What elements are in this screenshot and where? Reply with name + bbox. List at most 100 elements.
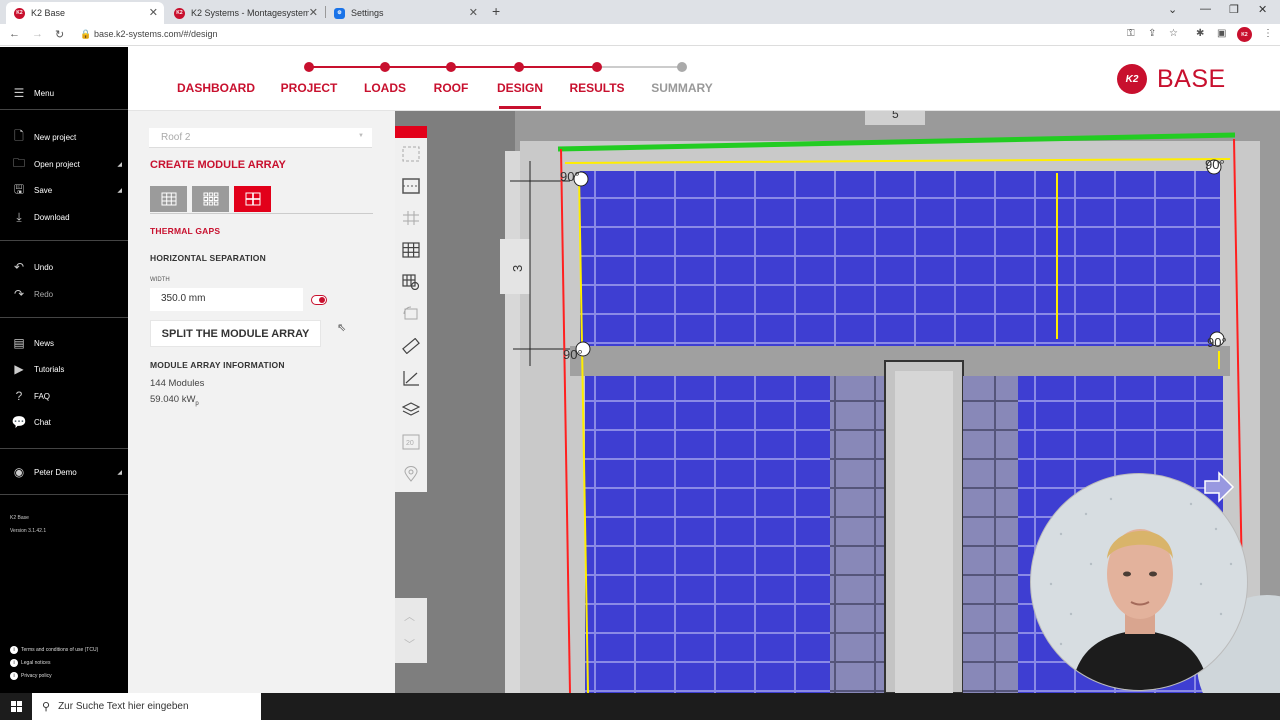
extensions-icon[interactable]: ✱ bbox=[1196, 28, 1204, 39]
module-gap-tool-button[interactable] bbox=[192, 186, 229, 212]
new-tab-icon[interactable]: + bbox=[492, 3, 500, 19]
privacy-policy-link[interactable]: i Privacy policy bbox=[10, 672, 52, 680]
step-dashboard[interactable]: DASHBOARD bbox=[177, 81, 255, 95]
grid-tool[interactable] bbox=[401, 208, 421, 228]
step-loads[interactable]: LOADS bbox=[364, 81, 406, 95]
restore-icon[interactable]: ❐ bbox=[1229, 3, 1239, 16]
module-settings-tool[interactable] bbox=[401, 272, 421, 292]
sidebar-item-label: Save bbox=[34, 185, 53, 195]
area-tool[interactable] bbox=[401, 176, 421, 196]
undo-button[interactable]: ↶ Undo bbox=[0, 255, 128, 279]
hamburger-icon: ☰ bbox=[13, 86, 25, 100]
sidebar-item-news[interactable]: ▤ News bbox=[0, 331, 128, 355]
step-navigation: DASHBOARD PROJECT LOADS ROOF DESIGN RESU… bbox=[128, 47, 1280, 111]
rotate-tool[interactable] bbox=[401, 304, 421, 324]
width-input[interactable]: 350.0 mm bbox=[150, 288, 303, 311]
expand-caret-icon: ◢ bbox=[117, 469, 122, 476]
menu-button[interactable]: ☰ Menu bbox=[0, 81, 128, 105]
step-dot-design bbox=[514, 62, 524, 72]
sidepanel-icon[interactable]: ▣ bbox=[1217, 28, 1226, 39]
presenter-video bbox=[1049, 497, 1233, 690]
separation-toggle[interactable] bbox=[311, 295, 327, 305]
step-results[interactable]: RESULTS bbox=[569, 81, 624, 95]
divider bbox=[0, 109, 128, 110]
step-roof[interactable]: ROOF bbox=[434, 81, 469, 95]
select-area-icon bbox=[402, 146, 420, 162]
step-design[interactable]: DESIGN bbox=[497, 81, 543, 95]
sidebar-item-open-project[interactable]: 🗀 Open project ◢ bbox=[0, 152, 128, 176]
step-progress-line-pending bbox=[599, 66, 682, 68]
taskbar-search-input[interactable]: ⚲ Zur Suche Text hier eingeben bbox=[32, 693, 261, 720]
key-icon[interactable]: ⚿ bbox=[1127, 28, 1135, 39]
sidebar-item-label: Download bbox=[34, 212, 70, 222]
url-field[interactable]: base.k2-systems.com/#/design bbox=[94, 29, 218, 39]
forward-icon[interactable]: → bbox=[32, 28, 43, 40]
browser-tab-settings[interactable]: ⚙ Settings ✕ bbox=[326, 2, 484, 24]
module-field-lower-left[interactable] bbox=[585, 376, 830, 693]
browser-tab-k2-systems[interactable]: K2 K2 Systems - Montagesysteme fü ✕ bbox=[166, 2, 324, 24]
close-icon[interactable]: ✕ bbox=[309, 6, 318, 19]
tcu-link[interactable]: i Terms and conditions of use (TCU) bbox=[10, 646, 98, 654]
dimension-icon bbox=[403, 371, 419, 386]
module-grid-tool-button[interactable] bbox=[150, 186, 187, 212]
grid-icon bbox=[161, 192, 176, 206]
step-dot-loads bbox=[380, 62, 390, 72]
sidebar-item-faq[interactable]: ? FAQ bbox=[0, 384, 128, 408]
sidebar-item-tutorials[interactable]: ▶ Tutorials bbox=[0, 357, 128, 381]
lock-icon[interactable]: 🔒 bbox=[80, 29, 91, 40]
step-project[interactable]: PROJECT bbox=[281, 81, 338, 95]
module-field-lower-shaded[interactable] bbox=[830, 376, 885, 693]
sidebar-item-new-project[interactable]: 🗋 New project bbox=[0, 125, 128, 149]
area-icon bbox=[402, 178, 420, 194]
divider bbox=[0, 448, 128, 449]
close-icon[interactable]: ✕ bbox=[149, 6, 158, 19]
tab-title: K2 Base bbox=[31, 8, 66, 18]
dimension-tool[interactable] bbox=[401, 368, 421, 388]
sidebar-item-chat[interactable]: 💬 Chat bbox=[0, 410, 128, 434]
select-area-tool[interactable] bbox=[401, 144, 421, 164]
back-icon[interactable]: ← bbox=[9, 28, 20, 40]
user-menu[interactable]: ◉ Peter Demo ◢ bbox=[0, 460, 128, 484]
step-summary[interactable]: SUMMARY bbox=[651, 81, 713, 95]
module-array-panel: Roof 2 ▼ CREATE MODULE ARRAY THERMAL GAP… bbox=[128, 111, 395, 693]
sidebar-item-save[interactable]: 🖫 Save ◢ bbox=[0, 178, 128, 202]
location-tool[interactable] bbox=[401, 464, 421, 484]
sidebar-item-download[interactable]: ⤓ Download bbox=[0, 205, 128, 229]
split-module-array-button[interactable]: SPLIT THE MODULE ARRAY bbox=[150, 320, 321, 347]
legal-notices-link[interactable]: i Legal notices bbox=[10, 659, 50, 667]
privacy-label: Privacy policy bbox=[21, 673, 52, 679]
module-field-upper[interactable] bbox=[580, 171, 1220, 346]
zoom-level-tool[interactable]: 20 bbox=[401, 432, 421, 452]
sidebar-item-label: Chat bbox=[34, 417, 51, 427]
reload-icon[interactable]: ↻ bbox=[55, 28, 64, 41]
star-icon[interactable]: ☆ bbox=[1169, 28, 1178, 39]
more-icon[interactable]: ⋮ bbox=[1263, 28, 1273, 39]
app-version: Version 3.1.42.1 bbox=[10, 528, 47, 534]
share-icon[interactable]: ⇪ bbox=[1148, 28, 1156, 39]
app-name: K2 Base bbox=[10, 515, 29, 521]
module-layout-tool[interactable] bbox=[401, 240, 421, 260]
close-icon[interactable]: ✕ bbox=[469, 6, 478, 19]
chevron-up-icon[interactable]: ︿ bbox=[404, 608, 415, 624]
tab-search-icon[interactable]: ⌄ bbox=[1168, 3, 1177, 16]
power-unit-sub: p bbox=[195, 400, 199, 407]
k2-favicon-icon: K2 bbox=[14, 7, 25, 19]
browser-tab-k2-base[interactable]: K2 K2 Base ✕ bbox=[6, 2, 164, 24]
active-step-indicator bbox=[499, 106, 541, 109]
redo-button[interactable]: ↷ Redo bbox=[0, 282, 128, 306]
windows-start-icon[interactable] bbox=[11, 701, 22, 712]
roof-select[interactable]: Roof 2 ▼ bbox=[149, 128, 372, 148]
faq-icon: ? bbox=[15, 389, 23, 403]
profile-avatar[interactable]: K2 bbox=[1237, 27, 1252, 42]
search-placeholder: Zur Suche Text hier eingeben bbox=[58, 701, 189, 712]
thermal-gap-tool-button[interactable] bbox=[234, 186, 271, 212]
angle-label: 90° bbox=[1205, 157, 1225, 172]
minimize-icon[interactable]: — bbox=[1200, 3, 1211, 15]
window-close-icon[interactable]: ✕ bbox=[1258, 3, 1267, 16]
chevron-down-icon[interactable]: ﹀ bbox=[404, 636, 415, 652]
layers-tool[interactable] bbox=[401, 400, 421, 420]
angle-label: 90° bbox=[1207, 335, 1227, 350]
module-count: 144 Modules bbox=[150, 378, 205, 389]
address-bar: ← → ↻ 🔒 base.k2-systems.com/#/design ⚿ ⇪… bbox=[0, 24, 1280, 46]
measure-tool[interactable] bbox=[401, 336, 421, 356]
